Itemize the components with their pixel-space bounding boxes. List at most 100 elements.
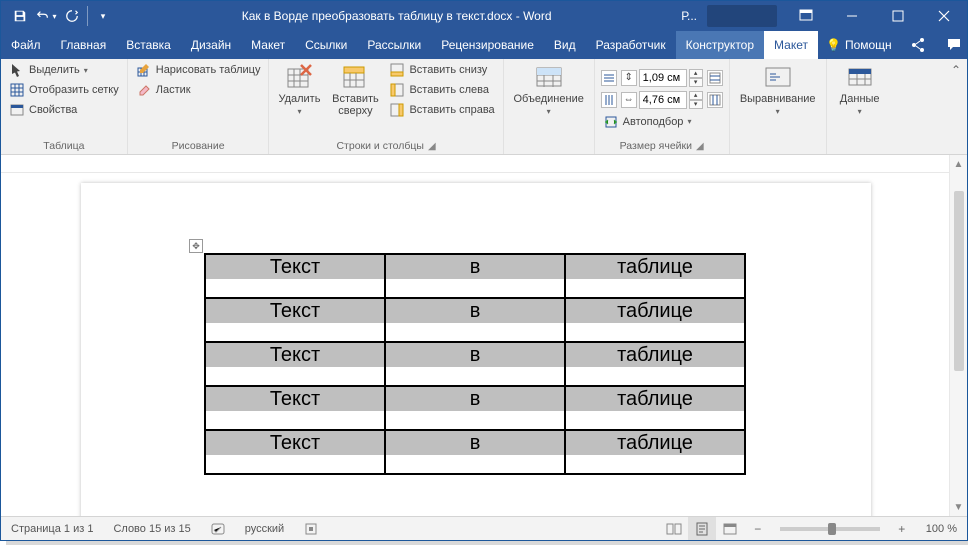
undo-icon[interactable]: ▾: [33, 3, 59, 29]
width-up[interactable]: ▴: [689, 91, 703, 100]
document-table[interactable]: ТекствтаблицеТекствтаблицеТекствтаблицеТ…: [204, 253, 746, 475]
autofit-button[interactable]: Автоподбор ▾: [601, 113, 723, 131]
tab-design[interactable]: Дизайн: [181, 31, 241, 59]
tab-home[interactable]: Главная: [51, 31, 117, 59]
table-cell[interactable]: таблице: [565, 298, 745, 342]
cell-text[interactable]: Текст: [206, 343, 384, 367]
merge-button[interactable]: Объединение▾: [510, 61, 588, 138]
data-button[interactable]: Данные▾: [833, 61, 887, 138]
user-initial[interactable]: Р...: [681, 9, 697, 23]
draw-table-button[interactable]: Нарисовать таблицу: [134, 61, 263, 79]
properties-button[interactable]: Свойства: [7, 101, 121, 119]
table-cell[interactable]: Текст: [205, 386, 385, 430]
spellcheck-button[interactable]: [201, 517, 235, 540]
tab-mailings[interactable]: Рассылки: [357, 31, 431, 59]
cell-text[interactable]: в: [386, 387, 564, 411]
cellsize-dialog-launcher[interactable]: ◢: [696, 141, 704, 152]
redo-icon[interactable]: [59, 3, 85, 29]
scroll-up-icon[interactable]: ▲: [950, 155, 967, 173]
dist-rows-icon[interactable]: [601, 70, 617, 86]
select-button[interactable]: Выделить ▾: [7, 61, 121, 79]
language-indicator[interactable]: русский: [235, 517, 294, 540]
print-layout-button[interactable]: [688, 517, 716, 540]
height-down[interactable]: ▾: [689, 78, 703, 87]
tab-review[interactable]: Рецензирование: [431, 31, 544, 59]
tab-table-design[interactable]: Конструктор: [676, 31, 764, 59]
dist-cols-icon[interactable]: [601, 92, 617, 108]
collapse-ribbon-icon[interactable]: ⌃: [951, 63, 961, 77]
table-cell[interactable]: таблице: [565, 386, 745, 430]
row-height-input[interactable]: [639, 69, 687, 87]
cell-text[interactable]: таблице: [566, 255, 744, 279]
dist-cols-btn[interactable]: [707, 92, 723, 108]
vertical-scrollbar[interactable]: ▲ ▼: [949, 155, 967, 516]
word-count[interactable]: Слово 15 из 15: [103, 517, 200, 540]
gridlines-button[interactable]: Отобразить сетку: [7, 81, 121, 99]
minimize-icon[interactable]: [829, 1, 875, 31]
zoom-out-button[interactable]: −: [744, 517, 772, 540]
tab-references[interactable]: Ссылки: [295, 31, 357, 59]
table-cell[interactable]: таблице: [565, 430, 745, 474]
cell-text[interactable]: Текст: [206, 431, 384, 455]
horizontal-ruler[interactable]: [1, 155, 967, 173]
web-layout-button[interactable]: [716, 517, 744, 540]
zoom-slider-knob[interactable]: [828, 523, 836, 535]
col-width-input[interactable]: [639, 91, 687, 109]
cell-text[interactable]: в: [386, 255, 564, 279]
scroll-down-icon[interactable]: ▼: [950, 498, 967, 516]
table-row[interactable]: Текствтаблице: [205, 386, 745, 430]
table-row[interactable]: Текствтаблице: [205, 254, 745, 298]
tab-developer[interactable]: Разработчик: [586, 31, 676, 59]
rows-cols-dialog-launcher[interactable]: ◢: [428, 141, 436, 152]
share-button[interactable]: [900, 37, 936, 53]
cell-text[interactable]: таблице: [566, 343, 744, 367]
table-cell[interactable]: таблице: [565, 254, 745, 298]
user-avatar[interactable]: [707, 5, 777, 27]
cell-text[interactable]: в: [386, 299, 564, 323]
tab-file[interactable]: Файл: [1, 31, 51, 59]
tab-table-layout[interactable]: Макет: [764, 31, 818, 59]
table-cell[interactable]: в: [385, 430, 565, 474]
alignment-button[interactable]: Выравнивание▾: [736, 61, 820, 138]
cell-text[interactable]: в: [386, 343, 564, 367]
table-cell[interactable]: Текст: [205, 430, 385, 474]
cell-text[interactable]: таблице: [566, 387, 744, 411]
save-icon[interactable]: [7, 3, 33, 29]
tell-me-search[interactable]: 💡 Помощн: [818, 38, 900, 52]
zoom-slider[interactable]: [780, 527, 880, 531]
width-down[interactable]: ▾: [689, 100, 703, 109]
tab-view[interactable]: Вид: [544, 31, 586, 59]
zoom-in-button[interactable]: +: [888, 517, 916, 540]
insert-right-button[interactable]: Вставить справа: [387, 101, 496, 119]
table-cell[interactable]: Текст: [205, 342, 385, 386]
table-cell[interactable]: Текст: [205, 298, 385, 342]
maximize-icon[interactable]: [875, 1, 921, 31]
table-move-handle[interactable]: ✥: [189, 239, 203, 253]
cell-text[interactable]: Текст: [206, 299, 384, 323]
cell-text[interactable]: в: [386, 431, 564, 455]
cell-text[interactable]: Текст: [206, 387, 384, 411]
tab-insert[interactable]: Вставка: [116, 31, 181, 59]
table-row[interactable]: Текствтаблице: [205, 430, 745, 474]
read-mode-button[interactable]: [660, 517, 688, 540]
page[interactable]: ✥ ТекствтаблицеТекствтаблицеТекствтаблиц…: [81, 183, 871, 516]
dist-rows-btn[interactable]: [707, 70, 723, 86]
col-width-stepper[interactable]: ⇔ ▴▾: [621, 91, 703, 109]
close-icon[interactable]: [921, 1, 967, 31]
table-cell[interactable]: таблице: [565, 342, 745, 386]
table-row[interactable]: Текствтаблице: [205, 298, 745, 342]
insert-above-button[interactable]: Вставить сверху: [327, 61, 383, 138]
table-cell[interactable]: в: [385, 386, 565, 430]
delete-button[interactable]: Удалить▾: [275, 61, 323, 138]
cell-text[interactable]: таблице: [566, 431, 744, 455]
table-row[interactable]: Текствтаблице: [205, 342, 745, 386]
table-cell[interactable]: в: [385, 254, 565, 298]
cell-text[interactable]: Текст: [206, 255, 384, 279]
qat-customize-icon[interactable]: ▾: [90, 3, 116, 29]
height-up[interactable]: ▴: [689, 69, 703, 78]
comments-button[interactable]: [936, 37, 968, 53]
ribbon-options-icon[interactable]: [783, 1, 829, 31]
macro-button[interactable]: [294, 517, 328, 540]
document-viewport[interactable]: ✥ ТекствтаблицеТекствтаблицеТекствтаблиц…: [1, 173, 949, 516]
scroll-thumb[interactable]: [954, 191, 964, 371]
